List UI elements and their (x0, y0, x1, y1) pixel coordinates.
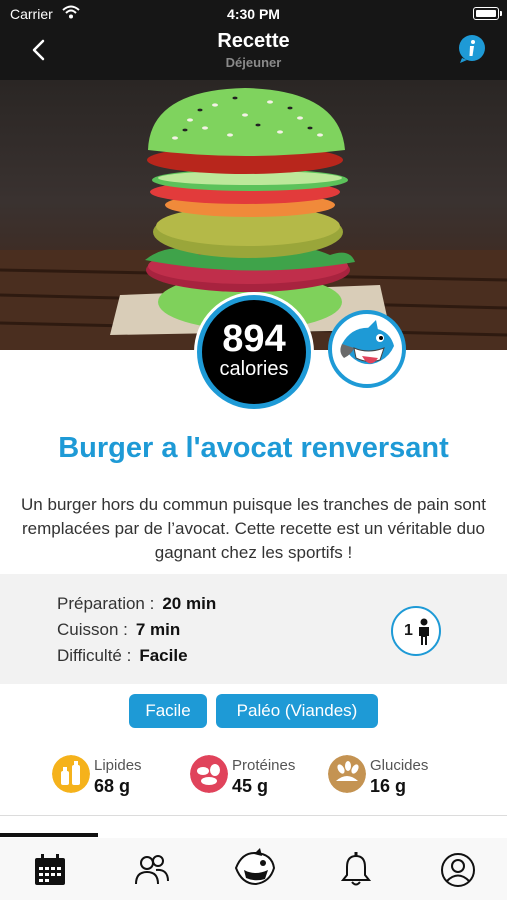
macro-value: 45 g (232, 776, 269, 796)
calories-value: 894 (222, 318, 286, 360)
community-icon[interactable] (132, 850, 172, 890)
servings-count: 1 (404, 622, 413, 639)
tag-difficulty[interactable]: Facile (129, 694, 207, 728)
difficulty-row: Difficulté : Facile (57, 646, 188, 666)
page-title: Recette (217, 30, 290, 52)
mascot-icon[interactable] (328, 310, 406, 388)
protein-foods-icon (190, 755, 228, 793)
prep-time-row: Préparation : 20 min (57, 594, 216, 614)
prep-time-label: Préparation : (57, 594, 155, 613)
divider (0, 815, 507, 816)
difficulty-value: Facile (139, 646, 188, 665)
prep-time-value: 20 min (162, 594, 217, 613)
macro-label: Lipides (94, 757, 142, 774)
status-time: 4:30 PM (227, 6, 280, 22)
profile-icon[interactable] (438, 850, 478, 890)
servings-button[interactable]: 1 (391, 606, 441, 656)
top-nav-bar: Carrier 4:30 PM Recette Déjeuner (0, 0, 507, 80)
grains-icon (328, 755, 366, 793)
recipe-description: Un burger hors du commun puisque les tra… (21, 495, 486, 562)
battery-icon (473, 7, 502, 20)
person-icon (419, 618, 429, 645)
bell-icon[interactable] (336, 850, 376, 890)
info-bubble-icon[interactable] (457, 34, 487, 64)
tab-bar (0, 838, 507, 900)
recipe-title: Burger a l'avocat renversant (58, 432, 449, 464)
page-subtitle: Déjeuner (225, 55, 282, 70)
difficulty-label: Difficulté : (57, 646, 132, 665)
tag-diet[interactable]: Paléo (Viandes) (216, 694, 378, 728)
cook-time-row: Cuisson : 7 min (57, 620, 180, 640)
calendar-icon[interactable] (30, 850, 70, 890)
macro-value: 68 g (94, 776, 131, 796)
bottles-icon (52, 755, 90, 793)
mascot-icon[interactable] (232, 848, 278, 890)
calories-badge: 894 calories (197, 295, 311, 409)
cook-time-label: Cuisson : (57, 620, 128, 639)
calories-unit: calories (219, 358, 289, 380)
status-bar: Carrier 4:30 PM (0, 0, 507, 28)
macro-label: Protéines (232, 757, 296, 774)
cook-time-value: 7 min (135, 620, 181, 639)
active-tab-indicator (0, 833, 98, 837)
macro-value: 16 g (370, 776, 407, 796)
macro-label: Glucides (370, 757, 429, 774)
